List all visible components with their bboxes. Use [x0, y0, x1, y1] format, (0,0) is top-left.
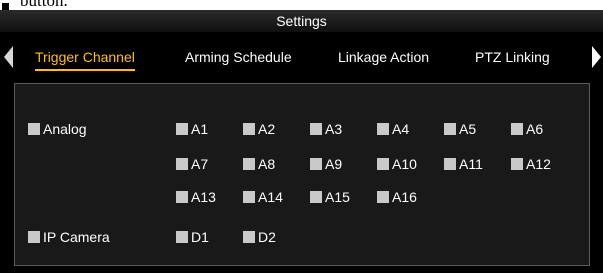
- tab-bar: Trigger Channel Arming Schedule Linkage …: [0, 32, 603, 82]
- caption-text: button.: [20, 0, 68, 10]
- checkbox-square[interactable]: [243, 231, 255, 243]
- channel-checkbox-a12[interactable]: A12: [511, 156, 551, 172]
- checkbox-label: D2: [258, 229, 276, 245]
- checkbox-label: A9: [325, 156, 343, 172]
- checkbox-square[interactable]: [511, 158, 523, 170]
- checkbox-label: A2: [258, 121, 276, 137]
- checkbox-label: A3: [325, 121, 343, 137]
- channel-checkbox-a4[interactable]: A4: [377, 121, 409, 137]
- checkbox-square[interactable]: [28, 231, 40, 243]
- tab-label: Arming Schedule: [185, 49, 292, 65]
- channel-checkbox-a10[interactable]: A10: [377, 156, 417, 172]
- channel-checkbox-a7[interactable]: A7: [176, 156, 208, 172]
- ip-camera-checkbox[interactable]: IP Camera: [28, 229, 110, 245]
- dialog-title: Settings: [0, 10, 603, 32]
- checkbox-label: A4: [392, 121, 410, 137]
- checkbox-square[interactable]: [310, 191, 322, 203]
- checkbox-square[interactable]: [176, 158, 188, 170]
- checkbox-square[interactable]: [377, 123, 389, 135]
- checkbox-square[interactable]: [310, 158, 322, 170]
- analog-checkbox[interactable]: Analog: [28, 121, 87, 137]
- document-caption: button.: [0, 0, 603, 10]
- channel-checkbox-a15[interactable]: A15: [310, 189, 350, 205]
- channel-checkbox-a9[interactable]: A9: [310, 156, 342, 172]
- channel-checkbox-a6[interactable]: A6: [511, 121, 543, 137]
- tab-label: Trigger Channel: [35, 49, 135, 65]
- checkbox-label: A16: [392, 189, 417, 205]
- tab-arming-schedule[interactable]: Arming Schedule: [185, 49, 292, 65]
- checkbox-square[interactable]: [176, 123, 188, 135]
- active-tab-underline: [35, 69, 135, 71]
- checkbox-label: A6: [526, 121, 544, 137]
- checkbox-square[interactable]: [444, 158, 456, 170]
- checkbox-square[interactable]: [243, 158, 255, 170]
- checkbox-label: A5: [459, 121, 477, 137]
- checkbox-square[interactable]: [176, 231, 188, 243]
- checkbox-label: D1: [191, 229, 209, 245]
- channel-checkbox-a8[interactable]: A8: [243, 156, 275, 172]
- channel-checkbox-a13[interactable]: A13: [176, 189, 216, 205]
- settings-dialog: Settings Trigger Channel Arming Schedule…: [0, 10, 603, 273]
- checkbox-square[interactable]: [310, 123, 322, 135]
- channel-checkbox-a1[interactable]: A1: [176, 121, 208, 137]
- tab-label: PTZ Linking: [475, 49, 550, 65]
- checkbox-square[interactable]: [243, 191, 255, 203]
- checkbox-square[interactable]: [511, 123, 523, 135]
- checkbox-label: A1: [191, 121, 209, 137]
- checkbox-label: Analog: [43, 121, 87, 137]
- checkbox-square[interactable]: [243, 123, 255, 135]
- checkbox-label: A10: [392, 156, 417, 172]
- checkbox-square[interactable]: [28, 123, 40, 135]
- tab-scroll-left-icon[interactable]: [4, 46, 13, 68]
- tab-trigger-channel[interactable]: Trigger Channel: [35, 49, 135, 71]
- channel-checkbox-d2[interactable]: D2: [243, 229, 276, 245]
- checkbox-label: A7: [191, 156, 209, 172]
- checkbox-label: A8: [258, 156, 276, 172]
- tab-linkage-action[interactable]: Linkage Action: [338, 49, 429, 65]
- checkbox-label: IP Camera: [43, 229, 110, 245]
- channel-checkbox-a14[interactable]: A14: [243, 189, 283, 205]
- channel-checkbox-a11[interactable]: A11: [444, 156, 483, 172]
- channel-checkbox-a16[interactable]: A16: [377, 189, 417, 205]
- bullet-icon: [2, 3, 9, 10]
- checkbox-label: A13: [191, 189, 216, 205]
- checkbox-label: A14: [258, 189, 283, 205]
- checkbox-square[interactable]: [377, 158, 389, 170]
- trigger-channel-panel: Analog A1 A2 A3 A4 A5 A6 A7 A8 A9 A10 A1…: [14, 83, 590, 266]
- tab-label: Linkage Action: [338, 49, 430, 65]
- channel-checkbox-d1[interactable]: D1: [176, 229, 209, 245]
- channel-checkbox-a2[interactable]: A2: [243, 121, 275, 137]
- checkbox-label: A11: [459, 156, 483, 172]
- channel-checkbox-a3[interactable]: A3: [310, 121, 342, 137]
- checkbox-label: A12: [526, 156, 551, 172]
- channel-checkbox-a5[interactable]: A5: [444, 121, 476, 137]
- tab-ptz-linking[interactable]: PTZ Linking: [475, 49, 550, 65]
- checkbox-square[interactable]: [377, 191, 389, 203]
- checkbox-square[interactable]: [444, 123, 456, 135]
- checkbox-square[interactable]: [176, 191, 188, 203]
- checkbox-label: A15: [325, 189, 350, 205]
- tab-scroll-right-icon[interactable]: [592, 46, 601, 68]
